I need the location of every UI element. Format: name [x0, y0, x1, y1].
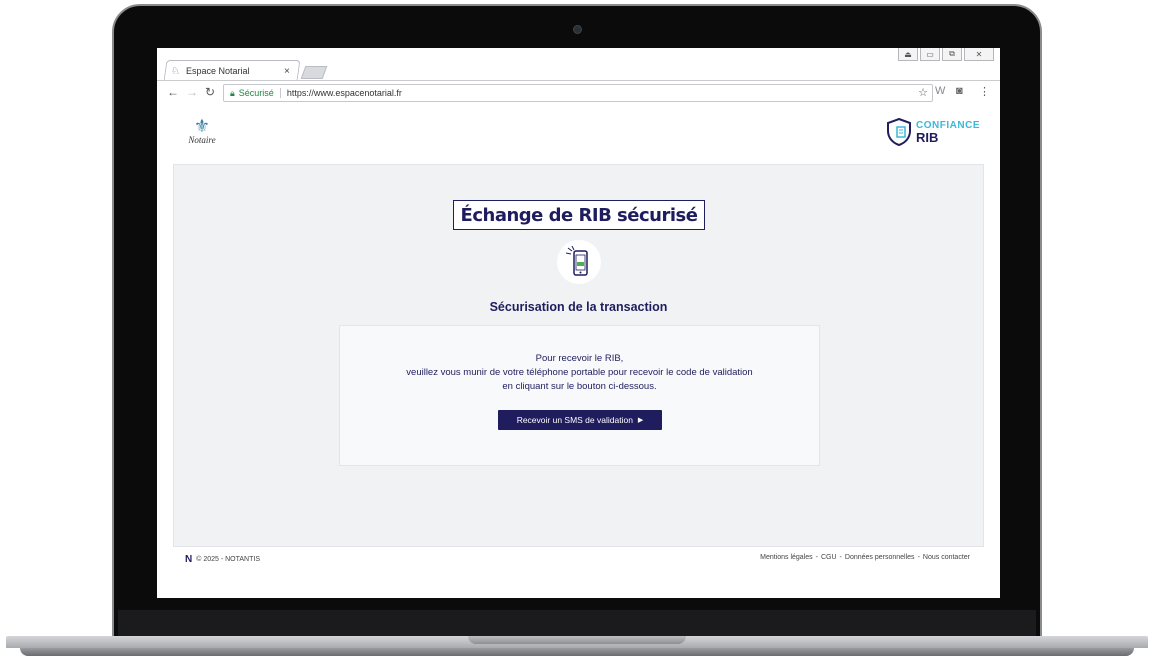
- footer-link-cgu[interactable]: CGU: [821, 554, 837, 561]
- extension-square-icon[interactable]: ◙: [956, 85, 963, 97]
- notaire-emblem-icon: ⚜: [193, 116, 211, 136]
- lock-icon: 🔒︎: [230, 87, 235, 98]
- browser-tab-content[interactable]: ♘ Espace Notarial: [171, 61, 250, 81]
- url-input[interactable]: 🔒︎ Sécurisé https://www.espacenotarial.f…: [223, 84, 933, 102]
- notaire-logo-text: Notaire: [188, 135, 216, 145]
- window-controls: ⏏ ▭ ⧉ ✕: [898, 48, 994, 61]
- footer-separator: -: [815, 554, 818, 561]
- reload-icon[interactable]: ↻: [205, 85, 215, 99]
- copyright-text: © 2025 - NOTANTIS: [196, 556, 260, 563]
- minimize-icon[interactable]: ▭: [920, 48, 940, 61]
- close-window-icon[interactable]: ✕: [964, 48, 994, 61]
- message-line-3: en cliquant sur le bouton ci-dessous.: [502, 381, 657, 392]
- forward-arrow-icon[interactable]: →: [186, 85, 198, 99]
- new-tab-button[interactable]: [300, 66, 328, 79]
- url-separator: [279, 88, 281, 98]
- instruction-message: Pour recevoir le RIB, veuillez vous muni…: [340, 352, 819, 394]
- user-profile-icon[interactable]: ⏏: [898, 48, 918, 61]
- bookmark-star-icon[interactable]: ☆: [918, 86, 928, 99]
- message-line-1: Pour recevoir le RIB,: [535, 353, 624, 364]
- laptop-notch: [468, 636, 686, 644]
- tab-title: Espace Notarial: [185, 66, 250, 76]
- laptop-camera: [573, 25, 582, 34]
- notaire-logo[interactable]: ⚜ Notaire: [181, 117, 223, 145]
- caret-right-icon: ▶: [637, 417, 644, 424]
- maximize-icon[interactable]: ⧉: [942, 48, 962, 61]
- footer-separator: -: [917, 554, 920, 561]
- back-arrow-icon[interactable]: ←: [167, 85, 179, 99]
- page-title: Échange de RIB sécurisé: [453, 200, 705, 230]
- receive-sms-button[interactable]: Recevoir un SMS de validation ▶: [498, 410, 662, 430]
- extension-w-icon[interactable]: W: [935, 85, 945, 97]
- phone-illustration: [557, 240, 601, 284]
- laptop-base-bottom: [20, 648, 1134, 656]
- section-subtitle: Sécurisation de la transaction: [489, 300, 668, 314]
- rib-label: RIB: [916, 130, 939, 145]
- footer-link-contact[interactable]: Nous contacter: [923, 554, 970, 561]
- footer-separator: -: [839, 554, 842, 561]
- menu-dots-icon[interactable]: ⋮: [979, 85, 990, 98]
- main-panel: Échange de RIB sécurisé Sécurisation de …: [173, 164, 984, 547]
- url-text: https://www.espacenotarial.fr: [286, 88, 402, 98]
- footer-copyright-block: N © 2025 - NOTANTIS: [185, 554, 260, 565]
- message-line-2: veuillez vous munir de votre téléphone p…: [406, 367, 753, 378]
- footer-link-mentions[interactable]: Mentions légales: [760, 554, 813, 561]
- footer-link-donnees[interactable]: Données personnelles: [845, 554, 915, 561]
- secure-label: Sécurisé: [238, 88, 274, 98]
- footer: N © 2025 - NOTANTIS Mentions légales - C…: [157, 547, 1000, 598]
- mobile-phone-icon: [566, 246, 588, 276]
- footer-links: Mentions légales - CGU - Données personn…: [760, 554, 970, 561]
- shield-icon: [887, 118, 912, 146]
- address-bar-row: ← → ↻ 🔒︎ Sécurisé https://www.espacenota…: [157, 80, 1000, 106]
- tab-bar: ♘ Espace Notarial × ⏏ ▭ ⧉ ✕: [157, 48, 1000, 81]
- tab-close-icon[interactable]: ×: [284, 66, 290, 77]
- notantis-n-icon: N: [185, 554, 193, 565]
- validation-card: Pour recevoir le RIB, veuillez vous muni…: [339, 325, 820, 466]
- sms-button-label: Recevoir un SMS de validation: [516, 415, 633, 425]
- notaire-favicon-icon: ♘: [171, 65, 180, 77]
- confiance-rib-logo: CONFIANCE RIB: [886, 118, 980, 146]
- page-content: ⚜ Notaire CONFIANCE RIB Échange de RIB s…: [157, 105, 1000, 598]
- laptop-hinge: [118, 610, 1036, 636]
- browser-window: ♘ Espace Notarial × ⏏ ▭ ⧉ ✕ ← → ↻ 🔒︎ Séc…: [157, 48, 1000, 598]
